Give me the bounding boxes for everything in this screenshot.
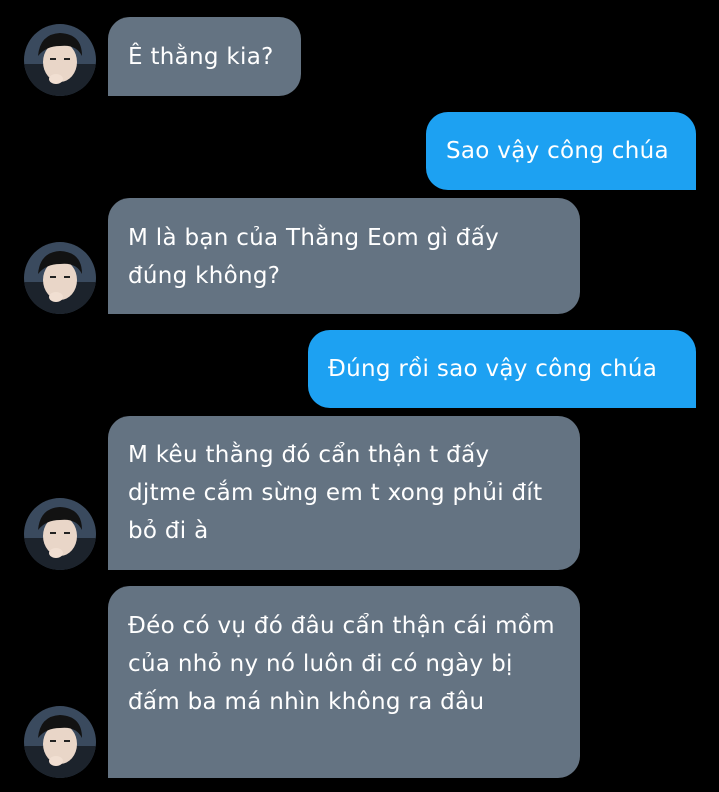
message-text: M kêu thằng đó cẩn thận t đấy djtme cắm … xyxy=(128,442,543,544)
incoming-message: M là bạn của Thằng Eom gì đấy đúng không… xyxy=(108,198,580,314)
contact-avatar-icon[interactable] xyxy=(24,706,96,778)
message-text: M là bạn của Thằng Eom gì đấy đúng không… xyxy=(128,225,499,289)
message-text: Đéo có vụ đó đâu cẩn thận cái mồm của nh… xyxy=(128,613,555,715)
contact-avatar-icon[interactable] xyxy=(24,242,96,314)
message-text: Đúng rồi sao vậy công chúa xyxy=(328,356,658,382)
outgoing-message: Đúng rồi sao vậy công chúa xyxy=(308,330,696,408)
contact-avatar-icon[interactable] xyxy=(24,24,96,96)
incoming-message: M kêu thằng đó cẩn thận t đấy djtme cắm … xyxy=(108,416,580,570)
incoming-message: Đéo có vụ đó đâu cẩn thận cái mồm của nh… xyxy=(108,586,580,778)
message-text: Sao vậy công chúa xyxy=(446,138,669,164)
incoming-message: Ê thằng kia? xyxy=(108,17,301,96)
chat-screen: { "chat": { "messages": [ {"side": "inco… xyxy=(0,0,719,792)
message-text: Ê thằng kia? xyxy=(128,44,274,70)
outgoing-message: Sao vậy công chúa xyxy=(426,112,696,190)
contact-avatar-icon[interactable] xyxy=(24,498,96,570)
